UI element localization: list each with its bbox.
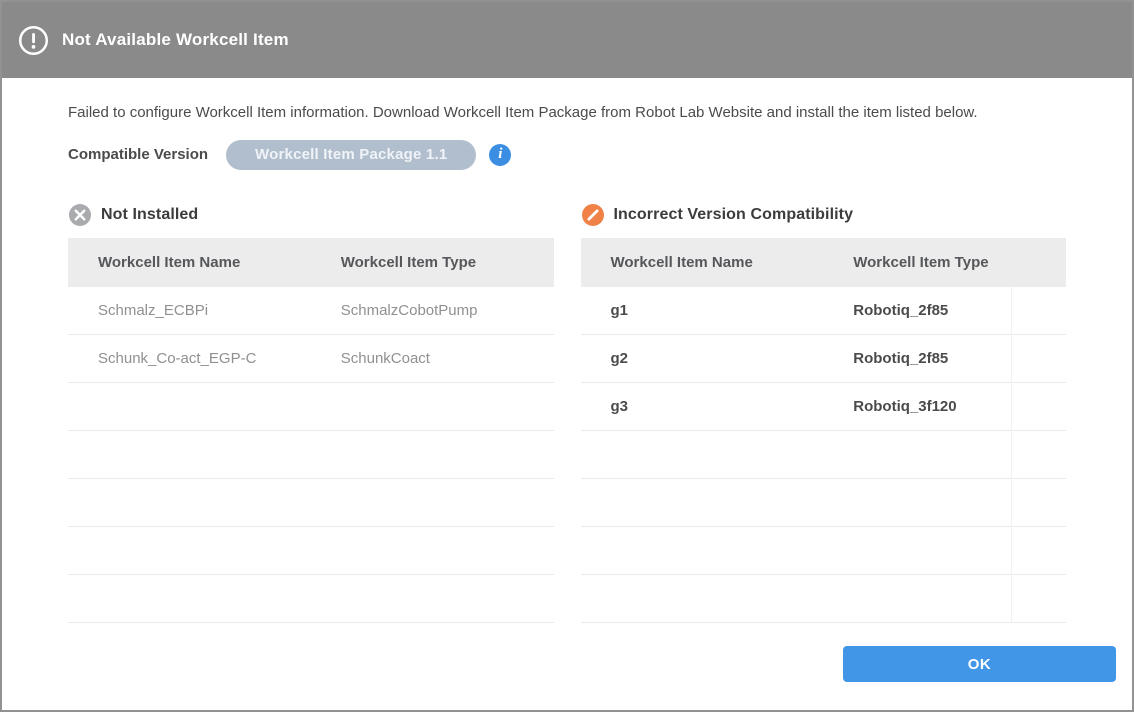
- table-cell: Robotiq_2f85: [823, 287, 1066, 335]
- table-row-empty: [581, 479, 1067, 527]
- column-header: Workcell Item Type: [823, 238, 1066, 287]
- table-cell: g2: [581, 335, 824, 383]
- table-cell: [311, 575, 554, 623]
- not-installed-table-wrap: Workcell Item NameWorkcell Item TypeSchm…: [68, 238, 554, 624]
- table-cell: [581, 479, 824, 527]
- table-row-empty: [68, 383, 554, 431]
- not-installed-table: Workcell Item NameWorkcell Item TypeSchm…: [68, 238, 554, 624]
- description-text: Failed to configure Workcell Item inform…: [68, 104, 1066, 123]
- table-cell: [68, 527, 311, 575]
- column-header: Workcell Item Name: [68, 238, 311, 287]
- table-cell: [823, 527, 1066, 575]
- table-row: Schunk_Co-act_EGP-CSchunkCoact: [68, 335, 554, 383]
- alert-exclamation-circle-icon: [18, 25, 49, 56]
- table-row-empty: [581, 527, 1067, 575]
- table-cell: SchmalzCobotPump: [311, 287, 554, 335]
- table-cell: [68, 431, 311, 479]
- table-row: g1Robotiq_2f85: [581, 287, 1067, 335]
- table-cell: [823, 479, 1066, 527]
- x-circle-icon: [68, 203, 92, 227]
- column-header: Workcell Item Type: [311, 238, 554, 287]
- table-row: g3Robotiq_3f120: [581, 383, 1067, 431]
- compatible-version-row: Compatible Version Workcell Item Package…: [68, 140, 1066, 170]
- compatible-version-label: Compatible Version: [68, 146, 208, 163]
- incorrect-version-panel: Incorrect Version Compatibility Workcell…: [581, 201, 1067, 624]
- table-cell: [68, 383, 311, 431]
- table-cell: [581, 575, 824, 623]
- table-row-empty: [68, 527, 554, 575]
- table-row-empty: [68, 575, 554, 623]
- table-header-row: Workcell Item NameWorkcell Item Type: [68, 238, 554, 287]
- not-available-workcell-item-dialog: Not Available Workcell Item Failed to co…: [0, 0, 1134, 712]
- table-cell: [581, 527, 824, 575]
- tables-area: Not Installed Workcell Item NameWorkcell…: [68, 201, 1066, 624]
- table-cell: Robotiq_3f120: [823, 383, 1066, 431]
- dialog-titlebar: Not Available Workcell Item: [2, 2, 1132, 78]
- table-cell: [68, 479, 311, 527]
- table-cell: [311, 383, 554, 431]
- table-row-empty: [581, 575, 1067, 623]
- table-cell: [823, 575, 1066, 623]
- version-badge: Workcell Item Package 1.1: [226, 140, 476, 170]
- table-cell: [311, 527, 554, 575]
- table-row-empty: [581, 431, 1067, 479]
- not-installed-header: Not Installed: [68, 201, 554, 229]
- info-icon[interactable]: i: [489, 144, 511, 166]
- dialog-footer: OK: [18, 646, 1116, 682]
- column-header: Workcell Item Name: [581, 238, 824, 287]
- table-row: g2Robotiq_2f85: [581, 335, 1067, 383]
- dialog-title: Not Available Workcell Item: [62, 30, 289, 50]
- table-cell: [311, 431, 554, 479]
- blocked-circle-icon: [581, 203, 605, 227]
- incorrect-version-title: Incorrect Version Compatibility: [614, 206, 854, 224]
- table-cell: [823, 431, 1066, 479]
- table-cell: g1: [581, 287, 824, 335]
- table-row-empty: [68, 479, 554, 527]
- ok-button[interactable]: OK: [843, 646, 1116, 682]
- table-cell: Schmalz_ECBPi: [68, 287, 311, 335]
- table-header-row: Workcell Item NameWorkcell Item Type: [581, 238, 1067, 287]
- table-cell: [581, 431, 824, 479]
- incorrect-version-table: Workcell Item NameWorkcell Item Typeg1Ro…: [581, 238, 1067, 624]
- table-cell: [68, 575, 311, 623]
- table-row-empty: [68, 431, 554, 479]
- incorrect-version-header: Incorrect Version Compatibility: [581, 201, 1067, 229]
- incorrect-version-table-wrap: Workcell Item NameWorkcell Item Typeg1Ro…: [581, 238, 1067, 624]
- table-cell: SchunkCoact: [311, 335, 554, 383]
- table-cell: Schunk_Co-act_EGP-C: [68, 335, 311, 383]
- not-installed-panel: Not Installed Workcell Item NameWorkcell…: [68, 201, 554, 624]
- table-row: Schmalz_ECBPiSchmalzCobotPump: [68, 287, 554, 335]
- table-cell: g3: [581, 383, 824, 431]
- table-cell: [311, 479, 554, 527]
- not-installed-title: Not Installed: [101, 206, 198, 224]
- table-cell: Robotiq_2f85: [823, 335, 1066, 383]
